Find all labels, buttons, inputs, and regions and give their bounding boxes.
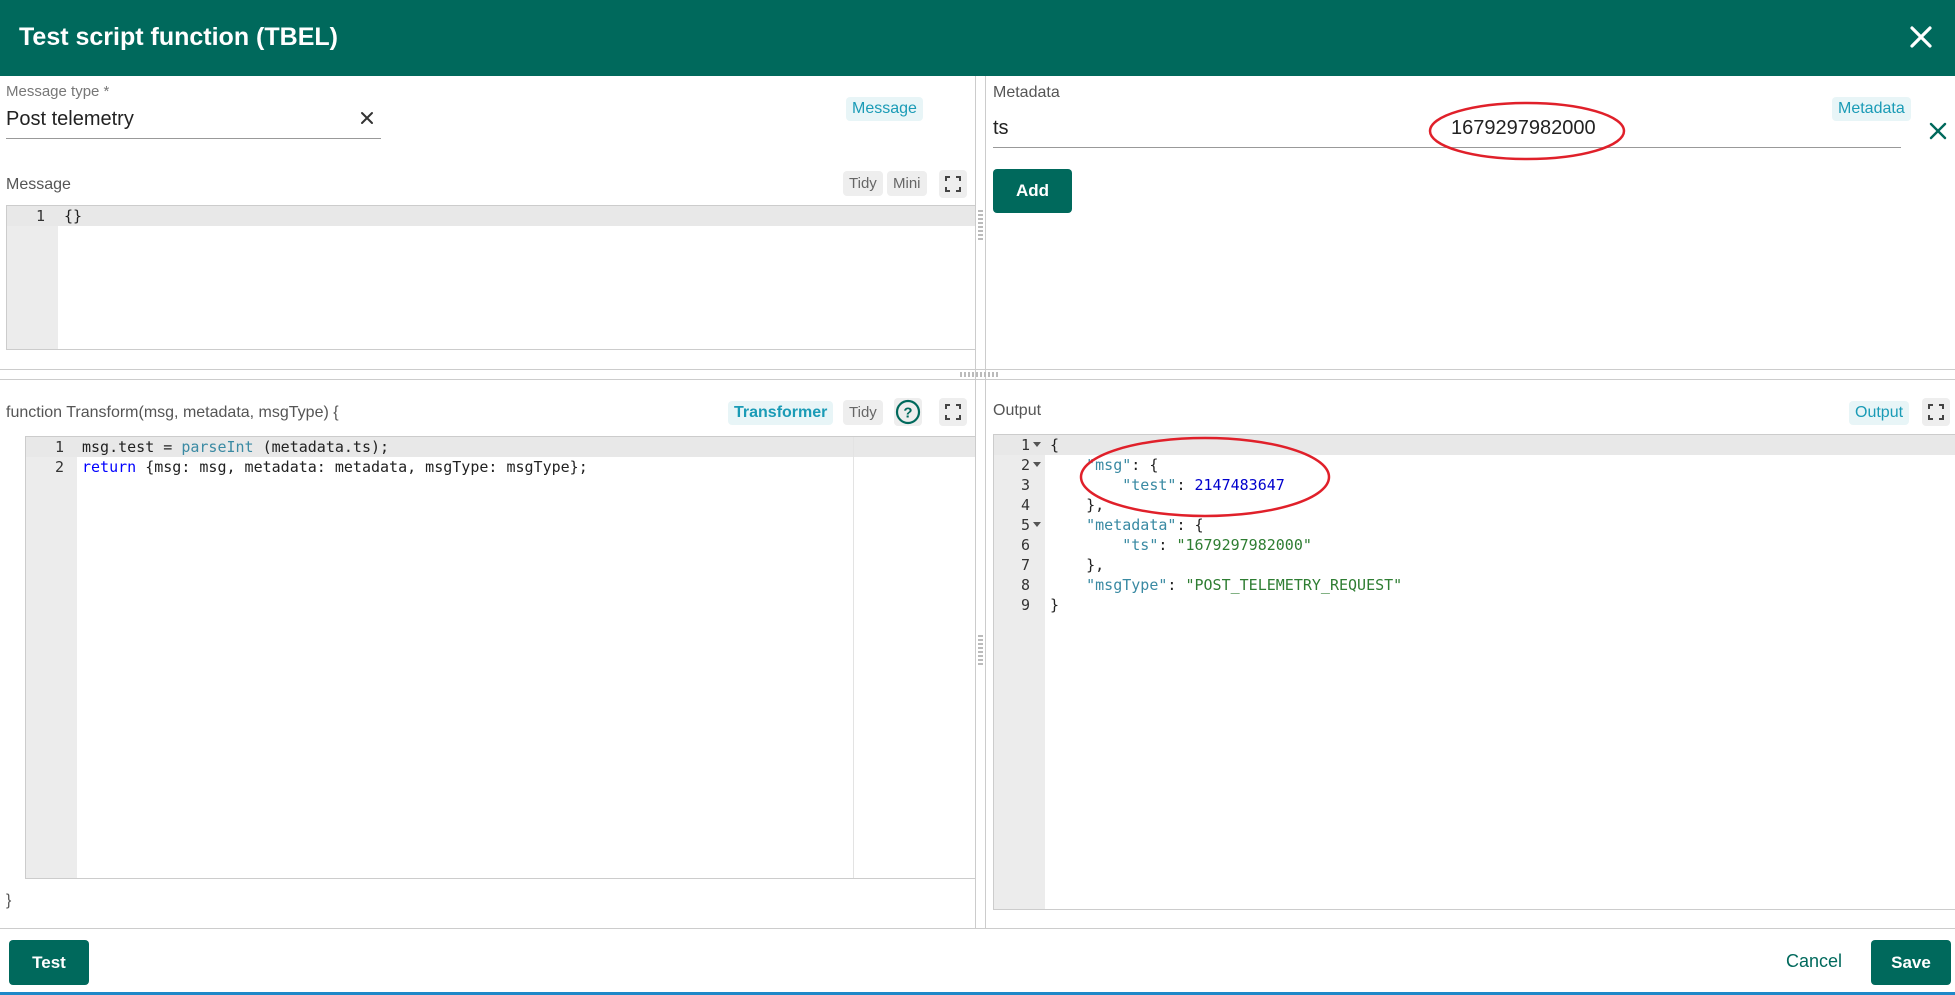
line-number: 9: [1020, 596, 1030, 614]
fold-arrow-icon[interactable]: [1033, 462, 1041, 467]
message-type-value[interactable]: Post telemetry: [6, 108, 134, 131]
function-signature: function Transform(msg, metadata, msgTyp…: [6, 404, 339, 421]
output-line-7: },: [1050, 555, 1955, 575]
message-editor[interactable]: 1 {}: [6, 205, 976, 350]
message-gutter: [7, 206, 58, 349]
add-metadata-button[interactable]: Add: [993, 169, 1072, 213]
json-key: "ts": [1122, 536, 1159, 554]
help-icon[interactable]: ?: [894, 398, 922, 426]
output-line-6: "ts": "1679297982000": [1050, 535, 1955, 555]
code-token: (metadata.ts);: [253, 438, 390, 456]
line-number: 6: [1020, 536, 1030, 554]
line-number: 1: [1020, 436, 1030, 454]
code-token-function: parseInt: [181, 438, 254, 456]
clear-icon[interactable]: [357, 108, 377, 128]
message-type-label: Message type *: [6, 83, 110, 100]
vertical-resize-handle[interactable]: [978, 635, 983, 665]
json-key: "msgType": [1086, 576, 1168, 594]
line-number: 1: [54, 438, 64, 456]
function-closing-brace: }: [6, 892, 12, 909]
line-number: 2: [1020, 456, 1030, 474]
remove-metadata-icon[interactable]: [1926, 119, 1950, 143]
function-code-line-1: msg.test = parseInt (metadata.ts);: [82, 437, 975, 457]
fold-arrow-icon[interactable]: [1033, 522, 1041, 527]
message-code-line: {}: [64, 207, 83, 225]
json-punct: },: [1086, 556, 1105, 574]
horizontal-divider: [0, 369, 1955, 370]
function-fullscreen-icon[interactable]: [939, 398, 967, 426]
fold-arrow-icon[interactable]: [1033, 442, 1041, 447]
code-token: {msg: msg, metadata: metadata, msgType: …: [136, 458, 588, 476]
metadata-chip: Metadata: [1832, 97, 1911, 121]
vertical-resize-handle[interactable]: [978, 210, 983, 240]
json-string: "POST_TELEMETRY_REQUEST": [1185, 576, 1403, 594]
function-editor[interactable]: 1 2 msg.test = parseInt (metadata.ts); r…: [25, 436, 976, 879]
output-label: Output: [993, 402, 1042, 419]
print-margin: [853, 437, 854, 878]
close-icon[interactable]: [1906, 22, 1936, 52]
annotation-ellipse: [1079, 436, 1331, 518]
function-tidy-button[interactable]: Tidy: [843, 400, 883, 425]
line-number: 3: [1020, 476, 1030, 494]
code-token-keyword: return: [82, 458, 137, 476]
output-line-9: }: [1050, 596, 1060, 614]
metadata-key-input[interactable]: ts: [993, 117, 1009, 140]
horizontal-divider: [0, 379, 1955, 380]
output-line-8: "msgType": "POST_TELEMETRY_REQUEST": [1050, 575, 1955, 595]
cancel-button[interactable]: Cancel: [1786, 951, 1842, 972]
line-number: 5: [1020, 516, 1030, 534]
json-string: "1679297982000": [1176, 536, 1312, 554]
metadata-label: Metadata: [993, 84, 1060, 101]
annotation-ellipse: [1428, 101, 1626, 161]
message-fullscreen-icon[interactable]: [939, 170, 967, 198]
json-punct: :: [1167, 576, 1186, 594]
dialog-title: Test script function (TBEL): [19, 23, 338, 51]
function-code-line-2: return {msg: msg, metadata: metadata, ms…: [82, 457, 975, 477]
output-fullscreen-icon[interactable]: [1922, 398, 1950, 426]
message-type-underline: [6, 138, 381, 139]
output-chip: Output: [1849, 401, 1910, 425]
line-number: 2: [54, 458, 64, 476]
function-gutter: [26, 437, 77, 878]
line-number: 8: [1020, 576, 1030, 594]
test-button[interactable]: Test: [9, 940, 89, 985]
line-number: 1: [35, 207, 45, 225]
message-mini-button[interactable]: Mini: [887, 171, 927, 196]
line-number: 7: [1020, 556, 1030, 574]
message-tidy-button[interactable]: Tidy: [843, 171, 883, 196]
footer-divider: [0, 928, 1955, 929]
horizontal-resize-handle[interactable]: [960, 372, 1000, 377]
vertical-divider: [985, 76, 986, 928]
code-token: msg.test =: [82, 438, 182, 456]
message-chip: Message: [846, 97, 923, 121]
line-number: 4: [1020, 496, 1030, 514]
save-button[interactable]: Save: [1871, 940, 1951, 985]
message-label: Message: [6, 176, 71, 193]
help-glyph: ?: [903, 405, 912, 422]
transformer-chip: Transformer: [728, 401, 834, 425]
dialog-header: Test script function (TBEL): [0, 0, 1955, 76]
json-punct: :: [1158, 536, 1177, 554]
